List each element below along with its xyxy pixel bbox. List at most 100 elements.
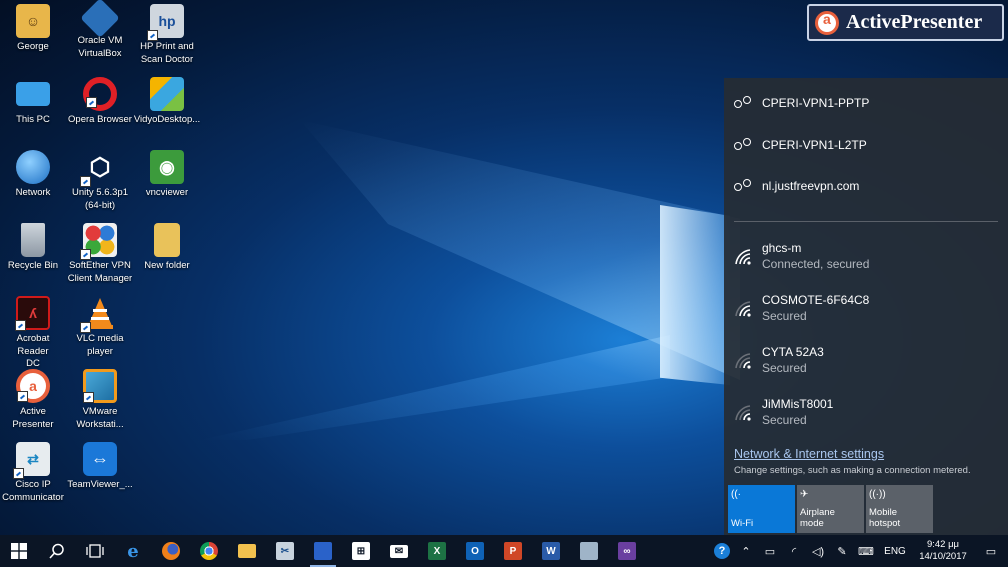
task-view-icon (86, 544, 104, 558)
notification-icon: ▭ (985, 545, 997, 558)
touch-keyboard-button[interactable]: ⌨ (854, 535, 878, 567)
desktop-icon-acrobat[interactable]: ʎ Acrobat Reader DC (0, 296, 66, 371)
wifi-network-cosmote[interactable]: COSMOTE-6F64C8 Secured (724, 284, 1008, 336)
recycle-bin-icon (21, 223, 45, 257)
taskbar-snipping-tool[interactable]: ✂ (266, 535, 304, 567)
taskbar-visual-studio[interactable]: ∞ (608, 535, 646, 567)
desktop-icon-vncviewer[interactable]: ◉ vncviewer (134, 150, 200, 200)
taskbar: e ✂ ⊞ ✉ X O P W ∞ ? ⌃ ▭ ◜ ◁) ✎ ⌨ ENG 9:4… (0, 535, 1008, 567)
computer-icon (16, 82, 50, 106)
start-button[interactable] (0, 535, 38, 567)
help-icon: ? (714, 543, 730, 559)
show-hidden-icons-button[interactable]: ⌃ (734, 535, 758, 567)
taskbar-word[interactable]: W (532, 535, 570, 567)
vmware-icon (83, 369, 117, 403)
desktop-icon-label: Unity 5.6.3p1 (64-bit) (72, 187, 128, 211)
network-settings-link[interactable]: Network & Internet settings (734, 447, 884, 461)
save-disk-icon (314, 542, 332, 560)
desktop-icon-vidyo[interactable]: VidyoDesktop... (134, 77, 200, 127)
firefox-icon (162, 542, 180, 560)
flyout-divider (734, 221, 998, 222)
wifi-icon: ((· (731, 489, 741, 500)
wifi-icon: ◜ (791, 545, 797, 558)
vpn-icon (734, 179, 754, 193)
taskbar-remote-desktop[interactable] (570, 535, 608, 567)
vpn-item-pptp[interactable]: CPERI-VPN1-PPTP (724, 83, 1008, 123)
desktop-icon-label: vncviewer (145, 187, 189, 198)
network-status: Connected, secured (762, 257, 870, 271)
taskbar-firefox[interactable] (152, 535, 190, 567)
action-center-button[interactable]: ▭ (974, 535, 1008, 567)
desktop-icon-opera[interactable]: Opera Browser (67, 77, 133, 127)
network-status: Secured (762, 309, 807, 323)
remote-desktop-icon (580, 542, 598, 560)
desktop-icon-vmware[interactable]: VMware Workstati... (67, 369, 133, 431)
taskbar-chrome[interactable] (190, 535, 228, 567)
teamviewer-icon: ⇔ (83, 442, 117, 476)
vnc-icon: ◉ (150, 150, 184, 184)
desktop-icon-label: New folder (144, 260, 190, 271)
airplane-icon: ✈ (800, 489, 809, 500)
desktop-icon-label: Network (15, 187, 51, 198)
taskbar-excel[interactable]: X (418, 535, 456, 567)
desktop-icon-hp-doctor[interactable]: hp HP Print and Scan Doctor (134, 4, 200, 66)
desktop-icon-label: This PC (16, 114, 50, 125)
windows-logo-icon (11, 543, 27, 559)
taskbar-edge[interactable]: e (114, 535, 152, 567)
desktop-icon-vlc[interactable]: VLC media player (67, 296, 133, 358)
folder-icon (154, 223, 180, 257)
desktop-icon-unity[interactable]: ⬡ Unity 5.6.3p1 (64-bit) (67, 150, 133, 212)
store-icon: ⊞ (352, 542, 370, 560)
taskbar-outlook[interactable]: O (456, 535, 494, 567)
vpn-label: CPERI-VPN1-L2TP (762, 138, 867, 152)
taskbar-mail[interactable]: ✉ (380, 535, 418, 567)
network-icon (16, 150, 50, 184)
user-folder-icon: ☺ (16, 4, 50, 38)
file-explorer-icon (238, 544, 256, 558)
wifi-toggle-tile[interactable]: ((· Wi-Fi (728, 485, 795, 533)
wifi-network-ghcs-m[interactable]: ghcs-m Connected, secured (724, 232, 1008, 284)
vpn-item-l2tp[interactable]: CPERI-VPN1-L2TP (724, 125, 1008, 165)
taskbar-activepresenter[interactable] (304, 535, 342, 567)
taskbar-powerpoint[interactable]: P (494, 535, 532, 567)
powerpoint-icon: P (504, 542, 522, 560)
clock[interactable]: 9:42 μμ 14/10/2017 (912, 539, 974, 563)
pen-workspace-button[interactable]: ✎ (830, 535, 854, 567)
hp-icon: hp (147, 4, 184, 41)
battery-button[interactable]: ▭ (758, 535, 782, 567)
desktop-icon-label: Oracle VM VirtualBox (77, 35, 123, 59)
unity-icon: ⬡ (80, 150, 117, 187)
network-status: Secured (762, 361, 807, 375)
network-tray-button[interactable]: ◜ (782, 535, 806, 567)
volume-button[interactable]: ◁) (806, 535, 830, 567)
task-view-button[interactable] (76, 535, 114, 567)
desktop-icon-this-pc[interactable]: This PC (0, 77, 66, 127)
desktop-icon-label: HP Print and Scan Doctor (140, 41, 194, 65)
desktop-icon-new-folder[interactable]: New folder (134, 223, 200, 273)
softether-icon (80, 223, 117, 260)
vpn-item-justfreevpn[interactable]: nl.justfreevpn.com (724, 166, 1008, 206)
battery-icon: ▭ (764, 545, 776, 558)
desktop-icon-label: SoftEther VPN Client Manager (67, 260, 133, 284)
desktop-icon-recycle-bin[interactable]: Recycle Bin (0, 223, 66, 273)
mobile-hotspot-tile[interactable]: ((·)) Mobile hotspot (866, 485, 933, 533)
desktop-icon-teamviewer[interactable]: ⇔ TeamViewer_... (67, 442, 133, 492)
help-button[interactable]: ? (710, 535, 734, 567)
wifi-network-cyta[interactable]: CYTA 52A3 Secured (724, 336, 1008, 388)
taskbar-store[interactable]: ⊞ (342, 535, 380, 567)
desktop-icon-network[interactable]: Network (0, 150, 66, 200)
input-language-indicator[interactable]: ENG (878, 546, 912, 557)
taskbar-file-explorer[interactable] (228, 535, 266, 567)
desktop-icon-cisco[interactable]: ⇄ Cisco IP Communicator (0, 442, 66, 504)
network-flyout: CPERI-VPN1-PPTP CPERI-VPN1-L2TP nl.justf… (724, 78, 1008, 535)
desktop-icon-softether[interactable]: SoftEther VPN Client Manager (67, 223, 133, 285)
desktop-icon-virtualbox[interactable]: Oracle VM VirtualBox (67, 0, 133, 60)
search-button[interactable] (38, 535, 76, 567)
desktop-icon-activepresenter[interactable]: a Active Presenter (0, 369, 66, 431)
desktop-icon-label: VidyoDesktop... (133, 114, 201, 125)
wifi-signal-icon (734, 248, 754, 266)
visual-studio-icon: ∞ (618, 542, 636, 560)
desktop-icon-george[interactable]: ☺ George (0, 4, 66, 54)
airplane-mode-tile[interactable]: ✈ Airplane mode (797, 485, 864, 533)
wifi-network-jimmist[interactable]: JiMMisT8001 Secured (724, 388, 1008, 440)
